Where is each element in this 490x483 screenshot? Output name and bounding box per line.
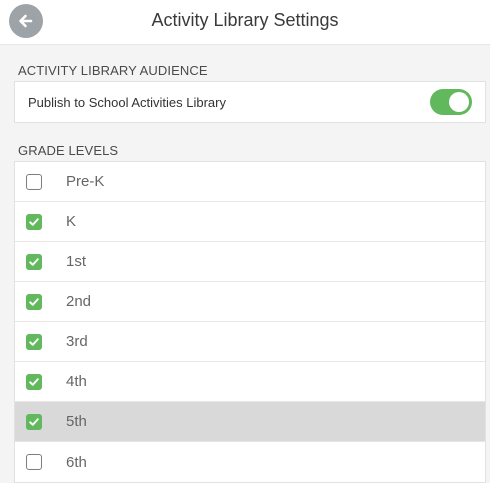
grade-row[interactable]: 2nd xyxy=(15,282,485,322)
checkbox-checked[interactable] xyxy=(26,213,42,230)
grade-row[interactable]: 3rd xyxy=(15,322,485,362)
grade-label: 5th xyxy=(66,413,87,430)
grade-levels-section-label: GRADE LEVELS xyxy=(18,143,119,158)
header-bar: Activity Library Settings xyxy=(0,0,490,45)
checkbox-unchecked[interactable] xyxy=(26,454,42,470)
grade-label: K xyxy=(66,213,77,230)
checkmark-icon xyxy=(29,257,39,266)
grade-label: Pre-K xyxy=(66,173,105,190)
grade-row[interactable]: Pre-K xyxy=(15,162,485,202)
checkmark-icon xyxy=(29,417,39,426)
grade-row[interactable]: 1st xyxy=(15,242,485,282)
checkmark-icon xyxy=(29,217,39,226)
checkbox-checked[interactable] xyxy=(26,253,42,270)
checkmark-icon xyxy=(29,297,39,306)
audience-section-label: ACTIVITY LIBRARY AUDIENCE xyxy=(18,63,208,78)
grade-label: 3rd xyxy=(66,333,88,350)
audience-card: Publish to School Activities Library xyxy=(14,81,486,123)
checkmark-icon xyxy=(29,337,39,346)
checkbox-checked[interactable] xyxy=(26,333,42,350)
publish-label: Publish to School Activities Library xyxy=(28,94,226,110)
grade-label: 1st xyxy=(66,253,87,270)
grade-label: 6th xyxy=(66,453,87,471)
checkbox-checked[interactable] xyxy=(26,293,42,310)
publish-row: Publish to School Activities Library xyxy=(15,82,485,122)
page-title: Activity Library Settings xyxy=(151,10,339,30)
grade-levels-list: Pre-K K 1st 2nd 3rd 4th 5th 6th xyxy=(14,161,486,483)
grade-label: 4th xyxy=(66,373,87,390)
checkbox-checked[interactable] xyxy=(26,413,42,430)
grade-row[interactable]: 5th xyxy=(15,402,485,442)
grade-label: 2nd xyxy=(66,293,92,310)
checkbox-unchecked[interactable] xyxy=(26,173,42,190)
publish-toggle[interactable] xyxy=(430,89,472,115)
grade-row[interactable]: 4th xyxy=(15,362,485,402)
toggle-knob xyxy=(449,92,469,112)
grade-row[interactable]: 6th xyxy=(15,442,485,482)
checkmark-icon xyxy=(29,377,39,386)
checkbox-checked[interactable] xyxy=(26,373,42,390)
grade-row[interactable]: K xyxy=(15,202,485,242)
